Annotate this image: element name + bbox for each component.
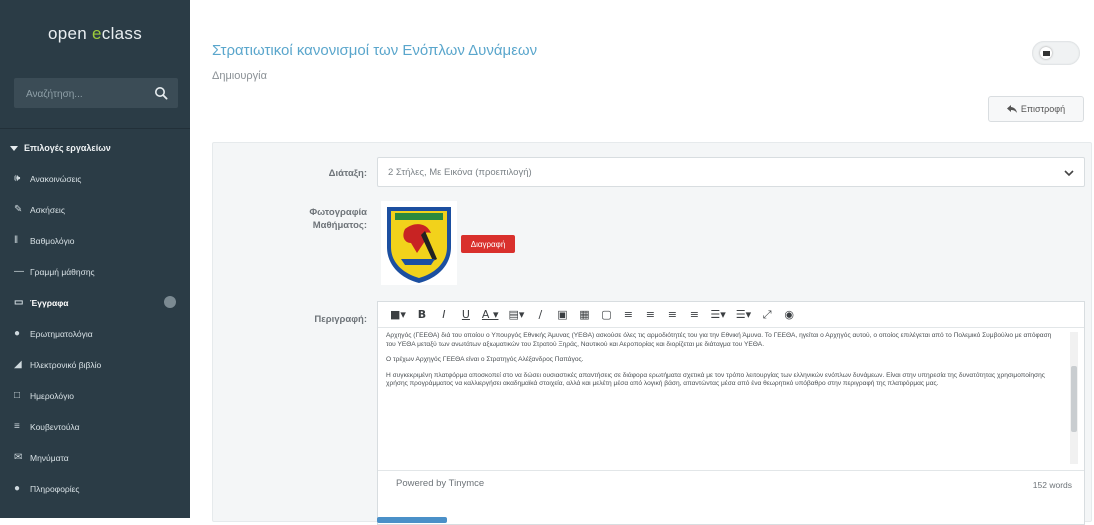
page-title: Στρατιωτικοί κανονισμοί των Ενόπλων Δυνά…	[212, 42, 538, 59]
sidebar: open eclass Επιλογές εργαλείων 🕪 Ανακοιν…	[0, 0, 190, 518]
sidebar-item-info[interactable]: ● Πληροφορίες	[0, 473, 190, 504]
course-photo-emblem	[381, 201, 457, 285]
sidebar-item-label: Πληροφορίες	[30, 483, 80, 494]
course-photo-label-line2: Μαθήματος:	[312, 220, 367, 231]
grades-icon: ‖	[14, 235, 19, 246]
align-right-icon[interactable]: ≡	[666, 308, 678, 321]
sidebar-item-messages[interactable]: ✉ Μηνύματα	[0, 442, 190, 473]
align-center-icon[interactable]: ≡	[644, 308, 656, 321]
editor-scrollbar[interactable]	[1070, 332, 1078, 464]
sidebar-item-label: Γραμμή μάθησης	[30, 266, 95, 277]
logo-suffix: class	[101, 24, 143, 43]
tools-section-header[interactable]: Επιλογές εργαλείων	[10, 136, 180, 160]
chat-icon: ≡	[14, 421, 20, 432]
view-toggle[interactable]	[1032, 41, 1080, 65]
minus-icon: —	[14, 266, 24, 277]
editor-scrollbar-thumb[interactable]	[1071, 366, 1077, 432]
code-icon[interactable]: ▢	[600, 308, 612, 321]
search-input[interactable]	[24, 84, 148, 104]
sidebar-item-label: Ηλεκτρονικό βιβλίο	[30, 359, 102, 370]
powered-by-label[interactable]: Powered by Tinymce	[396, 478, 484, 489]
app-logo[interactable]: open eclass	[0, 24, 190, 44]
layout-select[interactable]: 2 Στήλες, Με Εικόνα (προεπιλογή)	[377, 157, 1085, 187]
description-label: Περιγραφή:	[314, 314, 367, 325]
sidebar-item-label: Ανακοινώσεις	[30, 173, 82, 184]
back-button[interactable]: Επιστροφή	[988, 96, 1084, 122]
editor-content[interactable]: Αρχηγός (ΓΕΕΘΑ) διά του οποίου ο Υπουργό…	[386, 332, 1056, 464]
book-icon: ◢	[14, 359, 22, 370]
tools-section-title: Επιλογές εργαλείων	[24, 143, 111, 153]
numbered-list-icon[interactable]: ☰▾	[736, 308, 751, 321]
fullscreen-icon[interactable]: ⤢	[761, 308, 773, 322]
active-indicator-dot	[164, 296, 176, 308]
chevron-down-icon	[1064, 170, 1074, 177]
folder-icon: ▭	[14, 297, 24, 308]
calendar-icon: □	[14, 390, 21, 401]
link-icon[interactable]: ∕	[534, 308, 546, 321]
sidebar-item-learning-path[interactable]: — Γραμμή μάθησης	[0, 256, 190, 287]
sidebar-divider	[0, 128, 190, 129]
sidebar-item-label: Ημερολόγιο	[30, 390, 74, 401]
sidebar-search	[14, 78, 178, 108]
image-icon[interactable]: ■▾	[390, 308, 406, 321]
italic-icon[interactable]: I	[438, 308, 450, 321]
font-color-icon[interactable]: A ▾	[482, 308, 499, 321]
sidebar-item-label: Έγγραφα	[30, 297, 69, 308]
search-icon[interactable]	[154, 86, 168, 100]
sidebar-item-ebook[interactable]: ◢ Ηλεκτρονικό βιβλίο	[0, 349, 190, 380]
sidebar-item-label: Μηνύματα	[30, 452, 69, 463]
editor-paragraph: Αρχηγός (ΓΕΕΘΑ) διά του οποίου ο Υπουργό…	[386, 332, 1052, 348]
underline-icon[interactable]: U	[460, 308, 472, 321]
sidebar-item-questionnaires[interactable]: ● Ερωτηματολόγια	[0, 318, 190, 349]
align-justify-icon[interactable]: ≡	[688, 308, 700, 321]
sidebar-item-gradebook[interactable]: ‖ Βαθμολόγιο	[0, 225, 190, 256]
sidebar-item-label: Ασκήσεις	[30, 204, 65, 215]
sidebar-item-chat[interactable]: ≡ Κουβεντούλα	[0, 411, 190, 442]
bullet-list-icon[interactable]: ☰▾	[710, 308, 725, 321]
sidebar-item-exercises[interactable]: ✎ Ασκήσεις	[0, 194, 190, 225]
caret-down-icon	[10, 146, 18, 151]
editor-paragraph: Η συγκεκριμένη πλατφόρμα αποσκοπεί στο ν…	[386, 371, 1045, 388]
delete-photo-button[interactable]: Διαγραφή	[461, 235, 515, 253]
sidebar-menu: 🕪 Ανακοινώσεις ✎ Ασκήσεις ‖ Βαθμολόγιο —…	[0, 163, 190, 504]
preview-icon[interactable]: ◉	[783, 308, 795, 321]
editor-paragraph: Ο τρέχων Αρχηγός ΓΕΕΘΑ είναι ο Στρατηγός…	[386, 356, 584, 364]
edit-icon: ✎	[14, 204, 23, 215]
sidebar-item-label: Κουβεντούλα	[30, 421, 80, 432]
highlight-icon[interactable]: ▤▾	[508, 308, 524, 321]
question-icon: ●	[14, 328, 21, 339]
bold-icon[interactable]: B	[416, 308, 428, 321]
info-icon: ●	[14, 483, 21, 494]
rich-text-editor[interactable]: ■▾ B I U A ▾ ▤▾ ∕ ▣ ▦ ▢ ≡ ≡ ≡ ≡ ☰▾ ☰▾ ⤢ …	[377, 301, 1085, 525]
main-content: Στρατιωτικοί κανονισμοί των Ενόπλων Δυνά…	[190, 0, 1094, 525]
sidebar-item-label: Ερωτηματολόγια	[30, 328, 93, 339]
back-button-label: Επιστροφή	[1020, 104, 1066, 114]
course-photo-label-line1: Φωτογραφία	[309, 207, 367, 218]
logo-accent: e	[92, 24, 102, 43]
sidebar-item-calendar[interactable]: □ Ημερολόγιο	[0, 380, 190, 411]
layout-label: Διάταξη:	[328, 168, 367, 179]
logo-prefix: open	[47, 24, 93, 43]
align-left-icon[interactable]: ≡	[622, 308, 634, 321]
sidebar-item-announcements[interactable]: 🕪 Ανακοινώσεις	[0, 163, 190, 194]
editor-statusbar: Powered by Tinymce 152 words	[378, 470, 1084, 496]
layout-select-value: 2 Στήλες, Με Εικόνα (προεπιλογή)	[388, 166, 532, 178]
editor-toolbar: ■▾ B I U A ▾ ▤▾ ∕ ▣ ▦ ▢ ≡ ≡ ≡ ≡ ☰▾ ☰▾ ⤢ …	[378, 302, 1084, 328]
toggle-knob-icon	[1040, 47, 1052, 59]
message-icon: ✉	[14, 452, 23, 463]
course-photo-label: Φωτογραφία Μαθήματος:	[309, 206, 367, 232]
media-icon[interactable]: ▣	[556, 308, 568, 321]
reply-arrow-icon	[1006, 105, 1017, 113]
sidebar-item-documents[interactable]: ▭ Έγγραφα	[0, 287, 190, 318]
sidebar-item-label: Βαθμολόγιο	[30, 235, 75, 246]
word-count: 152 words	[1032, 480, 1072, 490]
table-icon[interactable]: ▦	[578, 308, 590, 321]
breadcrumb: Δημιουργία	[212, 70, 267, 82]
megaphone-icon: 🕪	[14, 173, 21, 184]
form-panel: Διάταξη: 2 Στήλες, Με Εικόνα (προεπιλογή…	[212, 142, 1092, 525]
